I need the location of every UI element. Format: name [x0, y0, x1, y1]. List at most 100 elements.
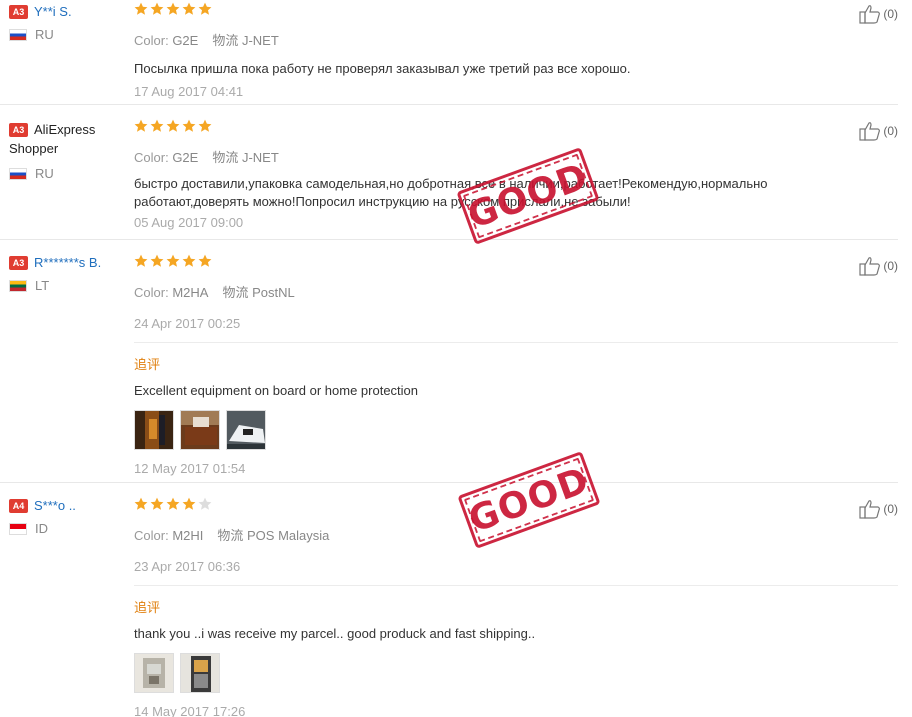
star-filled-icon — [150, 497, 164, 510]
review-date: 23 Apr 2017 06:36 — [134, 559, 241, 574]
star-filled-icon — [134, 2, 148, 15]
star-filled-icon — [198, 254, 212, 267]
country-code: RU — [35, 27, 54, 42]
star-filled-icon — [150, 119, 164, 132]
shipping-method: J-NET — [241, 33, 279, 48]
review-photo[interactable] — [180, 410, 220, 450]
star-filled-icon — [134, 119, 148, 132]
review-photo[interactable] — [134, 653, 174, 693]
review-photo[interactable] — [226, 410, 266, 450]
reviewer-name[interactable]: S***o .. — [34, 498, 76, 513]
star-rating — [134, 119, 834, 135]
star-filled-icon — [198, 119, 212, 132]
divider — [134, 585, 898, 586]
review-item: A4 S***o .. ID Color: M2HI 物流 POS Malaysia… — [0, 483, 898, 717]
shipping-method: POS Malaysia — [247, 528, 330, 543]
star-filled-icon — [166, 497, 180, 510]
star-filled-icon — [150, 254, 164, 267]
reviewer-name[interactable]: Y**i S. — [34, 4, 72, 19]
country-code: ID — [35, 521, 48, 536]
reviewer-country: ID — [9, 521, 124, 536]
review-date: 05 Aug 2017 09:00 — [134, 215, 244, 230]
buyer-level-badge: A3 — [9, 5, 28, 19]
review-item: A3 R*******s B. LT Color: M2HA 物流 PostNL 2… — [0, 240, 898, 483]
helpful-button[interactable]: (0) — [859, 256, 898, 276]
followup-text: Excellent equipment on board or home pro… — [134, 383, 419, 398]
thumbs-up-icon — [859, 5, 881, 24]
russia-flag-icon — [9, 167, 27, 180]
color-value: M2HA — [172, 285, 209, 300]
product-meta: Color: M2HI 物流 POS Malaysia — [134, 528, 330, 543]
star-filled-icon — [134, 497, 148, 510]
shipping-label: 物流 — [212, 33, 239, 48]
buyer-level-badge: A3 — [9, 123, 28, 137]
followup-date: 14 May 2017 17:26 — [134, 704, 246, 717]
thumbs-up-icon — [859, 122, 881, 141]
star-filled-icon — [150, 2, 164, 15]
star-empty-icon — [198, 497, 212, 510]
shipping-method: PostNL — [252, 285, 295, 300]
star-filled-icon — [182, 254, 196, 267]
reviewer-info: A3 AliExpress Shopper RU — [9, 120, 124, 181]
helpful-button[interactable]: (0) — [859, 4, 898, 24]
product-meta: Color: M2HA 物流 PostNL — [134, 285, 295, 300]
color-value: G2E — [172, 150, 199, 165]
star-filled-icon — [166, 119, 180, 132]
helpful-count: (0) — [883, 259, 898, 273]
country-code: RU — [35, 166, 54, 181]
lithuania-flag-icon — [9, 279, 27, 292]
russia-flag-icon — [9, 28, 27, 41]
star-filled-icon — [198, 2, 212, 15]
followup-text: thank you ..i was receive my parcel.. go… — [134, 626, 536, 641]
reviewer-info: A4 S***o .. ID — [9, 498, 124, 536]
followup-date: 12 May 2017 01:54 — [134, 461, 246, 476]
review-photo[interactable] — [180, 653, 220, 693]
helpful-count: (0) — [883, 502, 898, 516]
shipping-label: 物流 — [222, 285, 249, 300]
shipping-label: 物流 — [217, 528, 244, 543]
star-filled-icon — [182, 119, 196, 132]
helpful-count: (0) — [883, 124, 898, 138]
followup-title: 追评 — [134, 357, 161, 372]
reviewer-country: RU — [9, 27, 124, 42]
thumbs-up-icon — [859, 257, 881, 276]
star-filled-icon — [166, 254, 180, 267]
star-filled-icon — [182, 2, 196, 15]
shipping-method: J-NET — [241, 150, 279, 165]
star-filled-icon — [134, 254, 148, 267]
review-photos — [134, 653, 834, 693]
helpful-button[interactable]: (0) — [859, 499, 898, 519]
divider — [134, 342, 898, 343]
star-filled-icon — [182, 497, 196, 510]
review-item: A3 AliExpress Shopper RU Color: G2E 物流 J-N… — [0, 105, 898, 240]
product-meta: Color: G2E 物流 J-NET — [134, 33, 279, 48]
review-text: Посылка пришла пока работу не проверял з… — [134, 61, 631, 76]
country-code: LT — [35, 278, 50, 293]
star-rating — [134, 254, 834, 270]
reviewer-country: LT — [9, 278, 124, 293]
followup-title: 追评 — [134, 600, 161, 615]
review-photo[interactable] — [134, 410, 174, 450]
star-rating — [134, 497, 834, 513]
review-date: 17 Aug 2017 04:41 — [134, 84, 244, 99]
color-value: M2HI — [172, 528, 204, 543]
review-text: быстро доставили,упаковка самодельная,но… — [134, 176, 768, 209]
review-item: A3 Y**i S. RU Color: G2E 物流 J-NET Посылка … — [0, 0, 898, 105]
reviewer-country: RU — [9, 166, 124, 181]
reviewer-info: A3 R*******s B. LT — [9, 255, 124, 293]
color-value: G2E — [172, 33, 199, 48]
shipping-label: 物流 — [212, 150, 239, 165]
helpful-button[interactable]: (0) — [859, 121, 898, 141]
review-photos — [134, 410, 834, 450]
buyer-level-badge: A4 — [9, 499, 28, 513]
star-filled-icon — [166, 2, 180, 15]
reviewer-info: A3 Y**i S. RU — [9, 4, 124, 42]
indonesia-flag-icon — [9, 522, 27, 535]
buyer-level-badge: A3 — [9, 256, 28, 270]
product-meta: Color: G2E 物流 J-NET — [134, 150, 279, 165]
thumbs-up-icon — [859, 500, 881, 519]
review-date: 24 Apr 2017 00:25 — [134, 316, 241, 331]
reviewer-name[interactable]: R*******s B. — [34, 255, 101, 270]
star-rating — [134, 2, 834, 18]
helpful-count: (0) — [883, 7, 898, 21]
